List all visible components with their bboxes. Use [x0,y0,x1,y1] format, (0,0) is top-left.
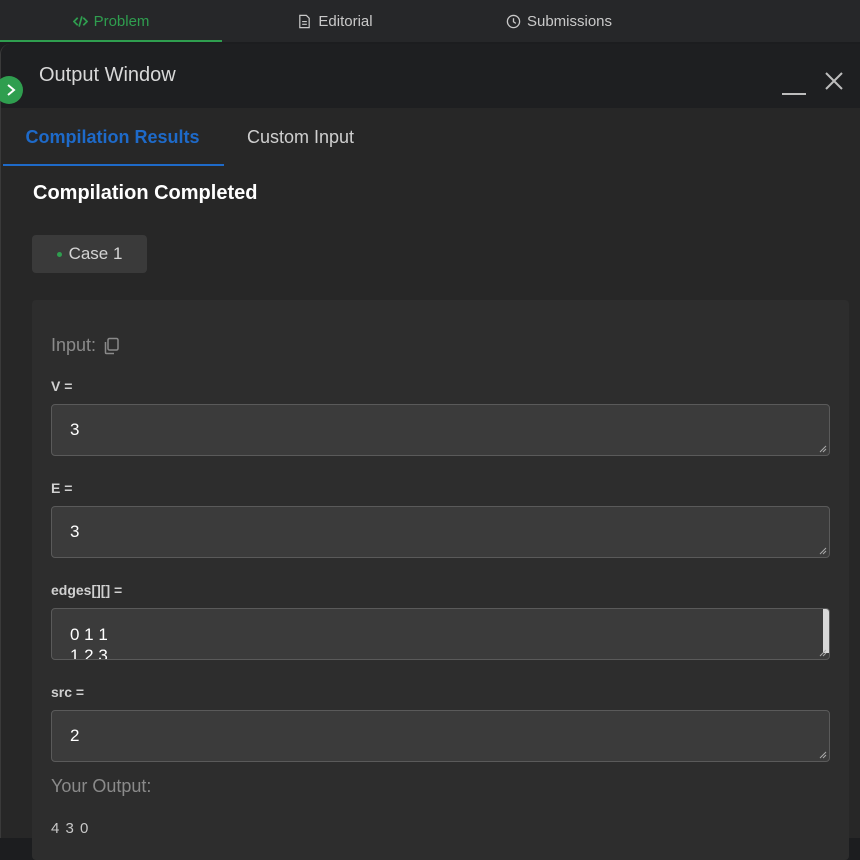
tab-submissions[interactable]: Submissions [448,0,670,42]
var-label-v: V = [51,378,73,394]
case-1-button[interactable]: Case 1 [32,235,147,273]
compilation-status: Compilation Completed [33,182,258,204]
input-heading: Input: [51,335,120,356]
output-label: Your Output: [51,776,152,796]
chevron-right-icon [7,84,16,96]
output-window: Output Window Compilation Results Custom… [0,44,860,860]
status-dot [56,251,62,257]
field-value: 3 [70,420,80,439]
tab-problem[interactable]: Problem [0,0,222,42]
minimize-icon[interactable] [782,84,806,96]
var-label-e: E = [51,480,73,496]
clock-icon [506,14,521,28]
code-icon [72,15,88,27]
run-toggle-button[interactable] [0,76,23,104]
field-value: 3 [70,522,80,541]
input-field-edges[interactable]: 0 1 1 1 2 3 [51,608,830,660]
document-icon [299,14,311,28]
tab-custom-input[interactable]: Custom Input [224,108,354,166]
result-tabs: Compilation Results Custom Input [1,108,860,166]
var-label-src: src = [51,684,85,700]
field-value: 2 [70,726,80,745]
close-icon[interactable] [823,70,845,92]
field-line: 0 1 1 [70,625,108,644]
tab-editorial[interactable]: Editorial [222,0,448,42]
tab-editorial-label: Editorial [318,12,373,30]
copy-icon[interactable] [102,337,120,355]
field-line: 1 2 3 [70,646,108,660]
scrollbar[interactable] [823,609,829,653]
input-field-src[interactable]: 2 [51,710,830,762]
tab-problem-label: Problem [93,12,150,30]
resize-handle-icon[interactable] [819,649,827,657]
top-tab-bar: Problem Editorial Submissions [0,0,860,42]
output-window-header: Output Window [0,44,860,108]
tab-submissions-label: Submissions [526,12,613,30]
case-chip-label: Case 1 [68,244,123,263]
resize-handle-icon[interactable] [819,751,827,759]
output-value: 4 3 0 [51,820,90,837]
var-label-edges: edges[][] = [51,582,123,598]
test-case-card: Input: V = 3 E = 3 edges[][] = 0 1 1 1 2… [32,300,849,860]
resize-handle-icon[interactable] [819,445,827,453]
tab-compilation-results[interactable]: Compilation Results [1,108,224,166]
input-field-v[interactable]: 3 [51,404,830,456]
input-field-e[interactable]: 3 [51,506,830,558]
resize-handle-icon[interactable] [819,547,827,555]
output-window-title: Output Window [39,64,176,86]
input-label: Input: [51,335,97,355]
